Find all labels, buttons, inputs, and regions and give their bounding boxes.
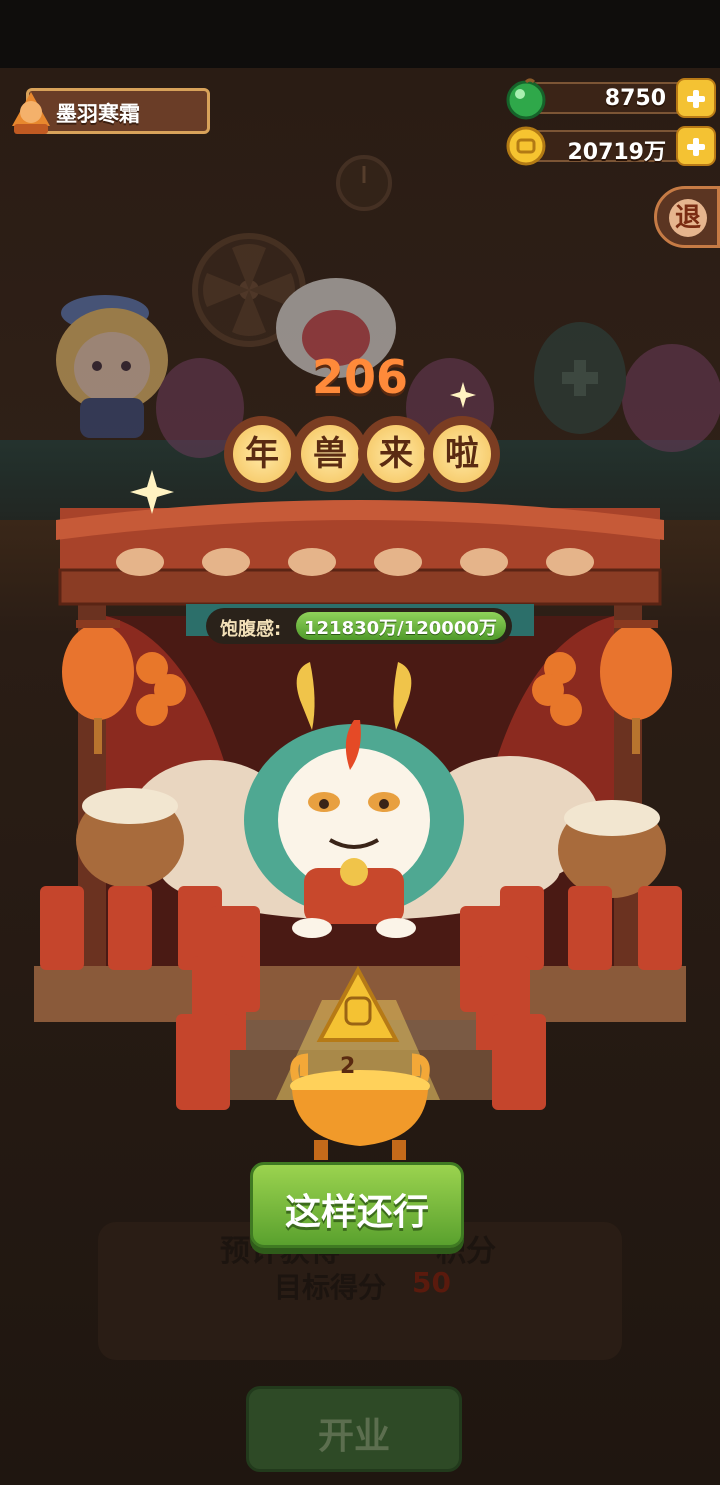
coin-value: 20719万: [567, 140, 666, 165]
add-gems-button[interactable]: [676, 78, 716, 118]
player-avatar-icon: [12, 92, 50, 134]
title-char-1: 年: [224, 416, 300, 492]
open-business-button[interactable]: 开业: [246, 1386, 462, 1472]
satiety-label: 饱腹感:: [220, 619, 282, 640]
target-score-value: 50: [412, 1266, 451, 1299]
confirm-label: 这样还行: [284, 1192, 429, 1233]
sparkle-icon: [130, 470, 174, 514]
target-score-label: 目标得分: [274, 1271, 387, 1304]
gem-counter: 8750: [504, 76, 716, 120]
add-coins-button[interactable]: [676, 126, 716, 166]
title-char-4: 啦: [424, 416, 500, 492]
gold-coin-icon: [506, 126, 546, 166]
title-char-3: 来: [358, 416, 434, 492]
event-countdown: 206: [311, 350, 409, 404]
confirm-button[interactable]: 这样还行: [250, 1162, 464, 1248]
exit-button[interactable]: 退: [654, 186, 720, 248]
nian-beast-pavilion: [34, 500, 686, 1160]
cauldron-count: 2: [340, 1054, 356, 1079]
exit-label: 退: [669, 199, 707, 237]
green-gem-icon: [506, 78, 546, 120]
title-char-2: 兽: [292, 416, 368, 492]
clock-icon: [336, 155, 392, 211]
open-business-label: 开业: [317, 1416, 390, 1457]
player-profile[interactable]: 墨羽寒霜: [6, 86, 210, 138]
satiety-value: 121830万/120000万: [304, 618, 497, 639]
player-name: 墨羽寒霜: [56, 102, 140, 126]
status-area: [0, 0, 720, 68]
sparkle-icon: [450, 382, 476, 408]
coin-counter: 20719万: [504, 124, 716, 168]
gem-value: 8750: [604, 86, 666, 111]
satiety-bar: 饱腹感: 121830万/120000万: [206, 608, 512, 644]
